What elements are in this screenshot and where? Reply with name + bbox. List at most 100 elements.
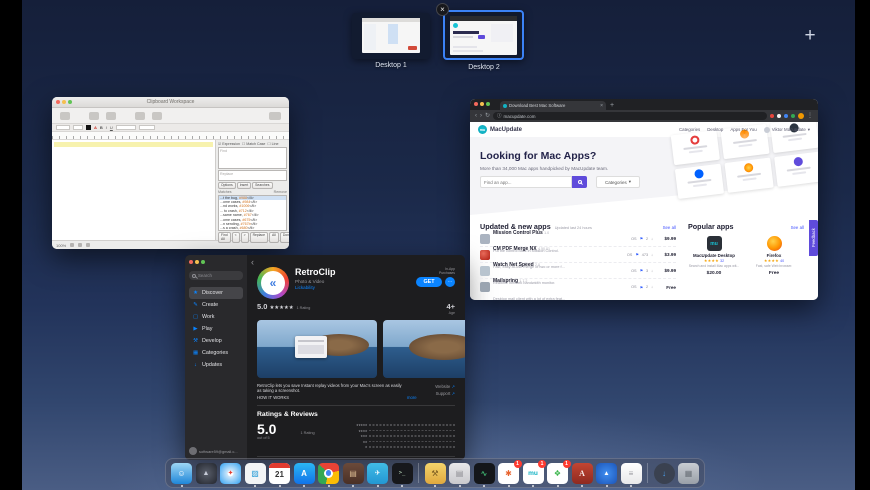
bold-button[interactable]: B [100,125,103,130]
share-icon[interactable]: ⋯ [445,277,455,287]
editor-window[interactable]: Clipboard Workspace A B I U ☑ Expression… [52,97,289,249]
font-size-select[interactable] [73,125,83,130]
sidebar-item-play[interactable]: ▶ Play [189,323,243,335]
browser-profile-avatar[interactable] [798,113,804,119]
app-screenshot-1[interactable] [257,320,377,378]
site-info-icon[interactable]: ⓘ [497,113,502,119]
done-button[interactable]: Done [279,231,289,243]
nav-apps-for-you[interactable]: Apps For You [730,127,756,132]
back-icon[interactable]: ‹ [475,111,477,121]
replace-input[interactable]: Replace [218,170,287,181]
spacing-controls[interactable] [138,125,155,130]
close-desktop2-icon[interactable]: × [436,3,449,16]
find-input[interactable]: Find [218,147,287,169]
desktop2-thumbnail[interactable] [443,10,524,60]
remove-button[interactable]: Remove [274,190,287,194]
app-developer-link[interactable]: Lickability [295,285,336,290]
toolbar-macros-icon[interactable] [89,111,99,120]
underline-button[interactable]: U [110,125,113,130]
toolbar-chart-icon[interactable] [269,111,281,120]
app-screenshot-2[interactable] [383,320,465,378]
brand-name[interactable]: MacUpdate [490,127,522,133]
insert-button[interactable]: Insert [236,182,252,189]
font-family-select[interactable] [56,125,70,130]
dock-icon-notes[interactable]: ▤ [449,462,470,487]
highlight-color-swatch[interactable]: A [94,125,97,130]
more-link[interactable]: more [407,395,417,400]
dock-icon-activity-monitor[interactable]: ∿ [473,462,495,487]
bookmark-icon[interactable]: ⚑ [635,252,638,257]
sidebar-item-develop[interactable]: ⚒ Develop [189,335,243,347]
dock-icon-navigator-app[interactable]: ▲ [596,462,617,487]
matches-list[interactable]: ...t the bug, #988</li> ...ome cases, #9… [218,194,287,231]
dock-icon-app-store[interactable]: A [293,462,315,487]
dock-icon-downloads-folder[interactable]: ↓ [653,462,675,484]
sidebar-item-discover[interactable]: ★ Discover [189,287,243,299]
bookmark-icon[interactable]: ⚑ [640,268,643,273]
expression-checkbox[interactable]: ☑ Expression [218,142,240,146]
bookmark-icon[interactable]: ⚑ [640,236,643,241]
user-menu[interactable]: Viktor Macupdate ▾ [763,126,810,133]
extension-icon[interactable] [791,114,795,118]
nav-categories[interactable]: Categories [679,127,700,132]
dock-icon-jar-app[interactable]: A [571,462,593,487]
dock-icon-trash[interactable]: ▦ [678,462,699,484]
sidebar-item-updates[interactable]: ↓ Updates [189,359,243,371]
dock-icon-finder[interactable]: ☺ [171,462,192,487]
browser-tab[interactable]: Download Best Mac Software × [500,101,606,110]
support-link[interactable]: Support ↗ [435,390,455,397]
popular-card-firefox[interactable]: Firefox ★★★★ 40 Fast, safe Web browser. … [748,236,800,276]
feedback-tab[interactable]: Feedback [809,220,818,256]
website-link[interactable]: Website ↗ [435,383,455,390]
dock-icon-safari[interactable]: ✦ [220,462,241,484]
sidebar-item-categories[interactable]: ▦ Categories [189,347,243,359]
status-icon[interactable] [78,243,83,247]
editor-titlebar[interactable]: Clipboard Workspace [52,97,289,108]
dock-icon-macupdate-desktop[interactable]: mu 1 [522,460,546,487]
get-button[interactable]: GET [416,277,442,287]
add-desktop-button[interactable]: + [798,25,822,49]
app-store-traffic-lights[interactable] [189,260,243,264]
see-all-link[interactable]: See all [791,225,804,230]
toolbar-tool-icon[interactable] [60,111,70,120]
dock-icon-chrome[interactable] [318,462,339,487]
bookmark-icon[interactable]: ⚑ [640,285,643,290]
browser-menu-icon[interactable]: ⋮ [807,111,813,121]
app-search-input[interactable] [480,176,572,188]
app-row-mailspring[interactable]: Mailspring 1.7.2 Desktop mail client with… [480,278,676,300]
dock-icon-preview[interactable]: ▨ [244,462,266,487]
alignment-controls[interactable] [115,125,136,130]
app-store-search[interactable]: Search [189,271,243,280]
back-icon[interactable]: ‹ [251,257,254,267]
search-button[interactable] [572,176,587,188]
forward-icon[interactable]: › [480,111,482,121]
line-checkbox[interactable]: ☐ Line [267,142,278,146]
dock-icon-launchpad[interactable]: ▲ [195,462,217,484]
dock-icon-telegram[interactable]: ✈ [367,462,388,487]
extension-icon[interactable] [777,114,781,118]
browser-window[interactable]: Download Best Mac Software × + ‹ › ↻ ⓘ m… [470,99,818,300]
see-all-link[interactable]: See all [663,225,676,230]
italic-button[interactable]: I [106,125,107,130]
status-icon[interactable] [86,243,91,247]
match-item[interactable]: ...s a crash, #680</li> [219,226,286,229]
toolbar-paste-icon[interactable] [152,111,162,120]
desktop2-label[interactable]: Desktop 2 [436,64,532,71]
find-next-button[interactable]: > [240,231,249,243]
toolbar-styles-icon[interactable] [106,111,116,120]
text-color-swatch[interactable] [86,125,91,130]
address-bar[interactable]: ⓘ macupdate.com [493,112,767,120]
replace-all-button[interactable]: All [269,231,279,243]
dock-icon-calendar[interactable]: 21 [269,462,290,487]
browser-traffic-lights[interactable] [474,102,490,106]
find-prev-button[interactable]: < [231,231,240,243]
match-case-checkbox[interactable]: ☐ Match Case [242,142,265,146]
app-store-window[interactable]: Search ★ Discover ✎ Create ▢ Work ▶ Play ⚒ De… [185,255,465,460]
nav-desktop[interactable]: Desktop [707,127,723,132]
dock-icon-archive-utility[interactable]: ⚒ [424,462,446,487]
reload-icon[interactable]: ↻ [485,111,490,121]
zoom-level[interactable]: 100% [56,243,66,248]
app-category[interactable]: Photo & Video [295,279,336,284]
macupdate-logo[interactable]: mu [478,125,487,134]
desktop1-thumbnail[interactable] [352,13,430,59]
